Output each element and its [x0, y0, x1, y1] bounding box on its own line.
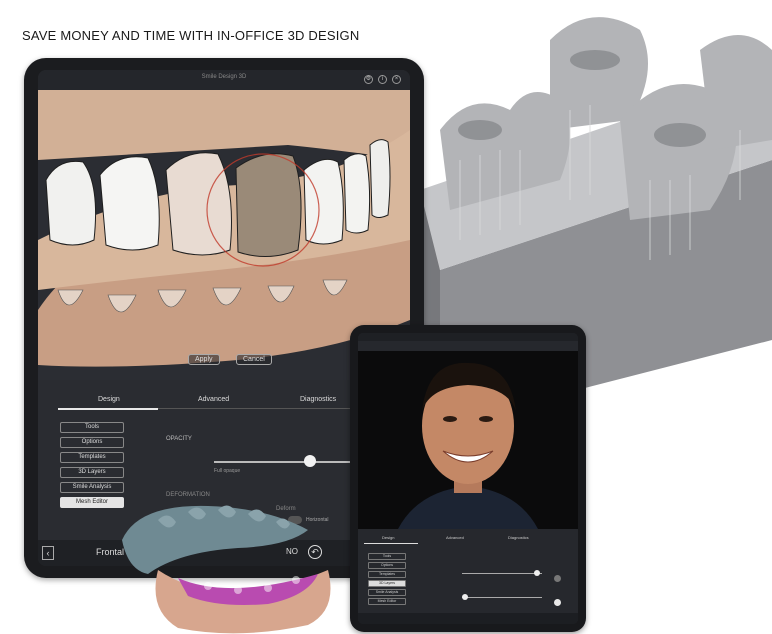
small-menu-item-mesh-editor[interactable]: Mesh Editor	[368, 598, 406, 605]
menu-item-smile-analysis[interactable]: Smile Analysis	[60, 482, 124, 493]
small-tool-menu: Tools Options Templates 3D Layers Smile …	[368, 553, 406, 607]
info-icon[interactable]: i	[378, 75, 387, 84]
small-color-dot-1[interactable]	[554, 575, 561, 582]
deformation-label: DEFORMATION	[166, 492, 210, 498]
small-tablet: Design Advanced Diagnostics Tools Option…	[350, 325, 586, 632]
tool-menu: Tools Options Templates 3D Layers Smile …	[60, 422, 124, 512]
printed-dental-model	[122, 505, 331, 634]
cancel-button[interactable]: Cancel	[236, 354, 272, 365]
top-bar: Smile Design 3D ⚙ i ×	[38, 70, 410, 90]
tab-design[interactable]: Design	[98, 396, 120, 403]
status-bar	[358, 333, 578, 341]
menu-item-templates[interactable]: Templates	[60, 452, 124, 463]
settings-icon[interactable]: ⚙	[364, 75, 373, 84]
app-title: Smile Design 3D	[201, 74, 247, 80]
small-menu-item-templates[interactable]: Templates	[368, 571, 406, 578]
small-tablet-screen: Design Advanced Diagnostics Tools Option…	[358, 333, 578, 624]
small-menu-item-smile-analysis[interactable]: Smile Analysis	[368, 589, 406, 596]
close-icon[interactable]: ×	[392, 75, 401, 84]
small-menu-item-tools[interactable]: Tools	[368, 553, 406, 560]
small-tab-bar: Design Advanced Diagnostics	[358, 533, 578, 545]
back-icon[interactable]: ‹	[42, 546, 54, 560]
small-active-tab-indicator	[364, 543, 418, 544]
patient-photo	[358, 351, 578, 529]
tab-diagnostics[interactable]: Diagnostics	[300, 396, 336, 403]
apply-button[interactable]: Apply	[188, 354, 220, 365]
small-color-dot-2[interactable]	[554, 599, 561, 606]
menu-item-3d-layers[interactable]: 3D Layers	[60, 467, 124, 478]
headline: SAVE MONEY AND TIME WITH IN-OFFICE 3D DE…	[22, 28, 360, 43]
tab-advanced[interactable]: Advanced	[198, 396, 229, 403]
small-tab-diagnostics[interactable]: Diagnostics	[508, 535, 529, 540]
slider-caption: Full opaque	[214, 468, 241, 474]
menu-item-mesh-editor[interactable]: Mesh Editor	[60, 497, 124, 508]
menu-item-options[interactable]: Options	[60, 437, 124, 448]
opacity-slider-knob[interactable]	[304, 455, 316, 467]
small-menu-item-3d-layers[interactable]: 3D Layers	[368, 580, 406, 587]
small-menu-item-options[interactable]: Options	[368, 562, 406, 569]
small-slider-1-track[interactable]	[462, 573, 542, 574]
small-slider-1-knob[interactable]	[534, 570, 540, 576]
small-bottom-bar	[358, 613, 578, 624]
small-slider-2-knob[interactable]	[462, 594, 468, 600]
active-tab-indicator	[58, 408, 158, 410]
opacity-label: OPACITY	[166, 436, 192, 442]
menu-item-tools[interactable]: Tools	[60, 422, 124, 433]
small-slider-2-track[interactable]	[462, 597, 542, 598]
small-tab-advanced[interactable]: Advanced	[446, 535, 464, 540]
small-tab-design[interactable]: Design	[382, 535, 394, 540]
